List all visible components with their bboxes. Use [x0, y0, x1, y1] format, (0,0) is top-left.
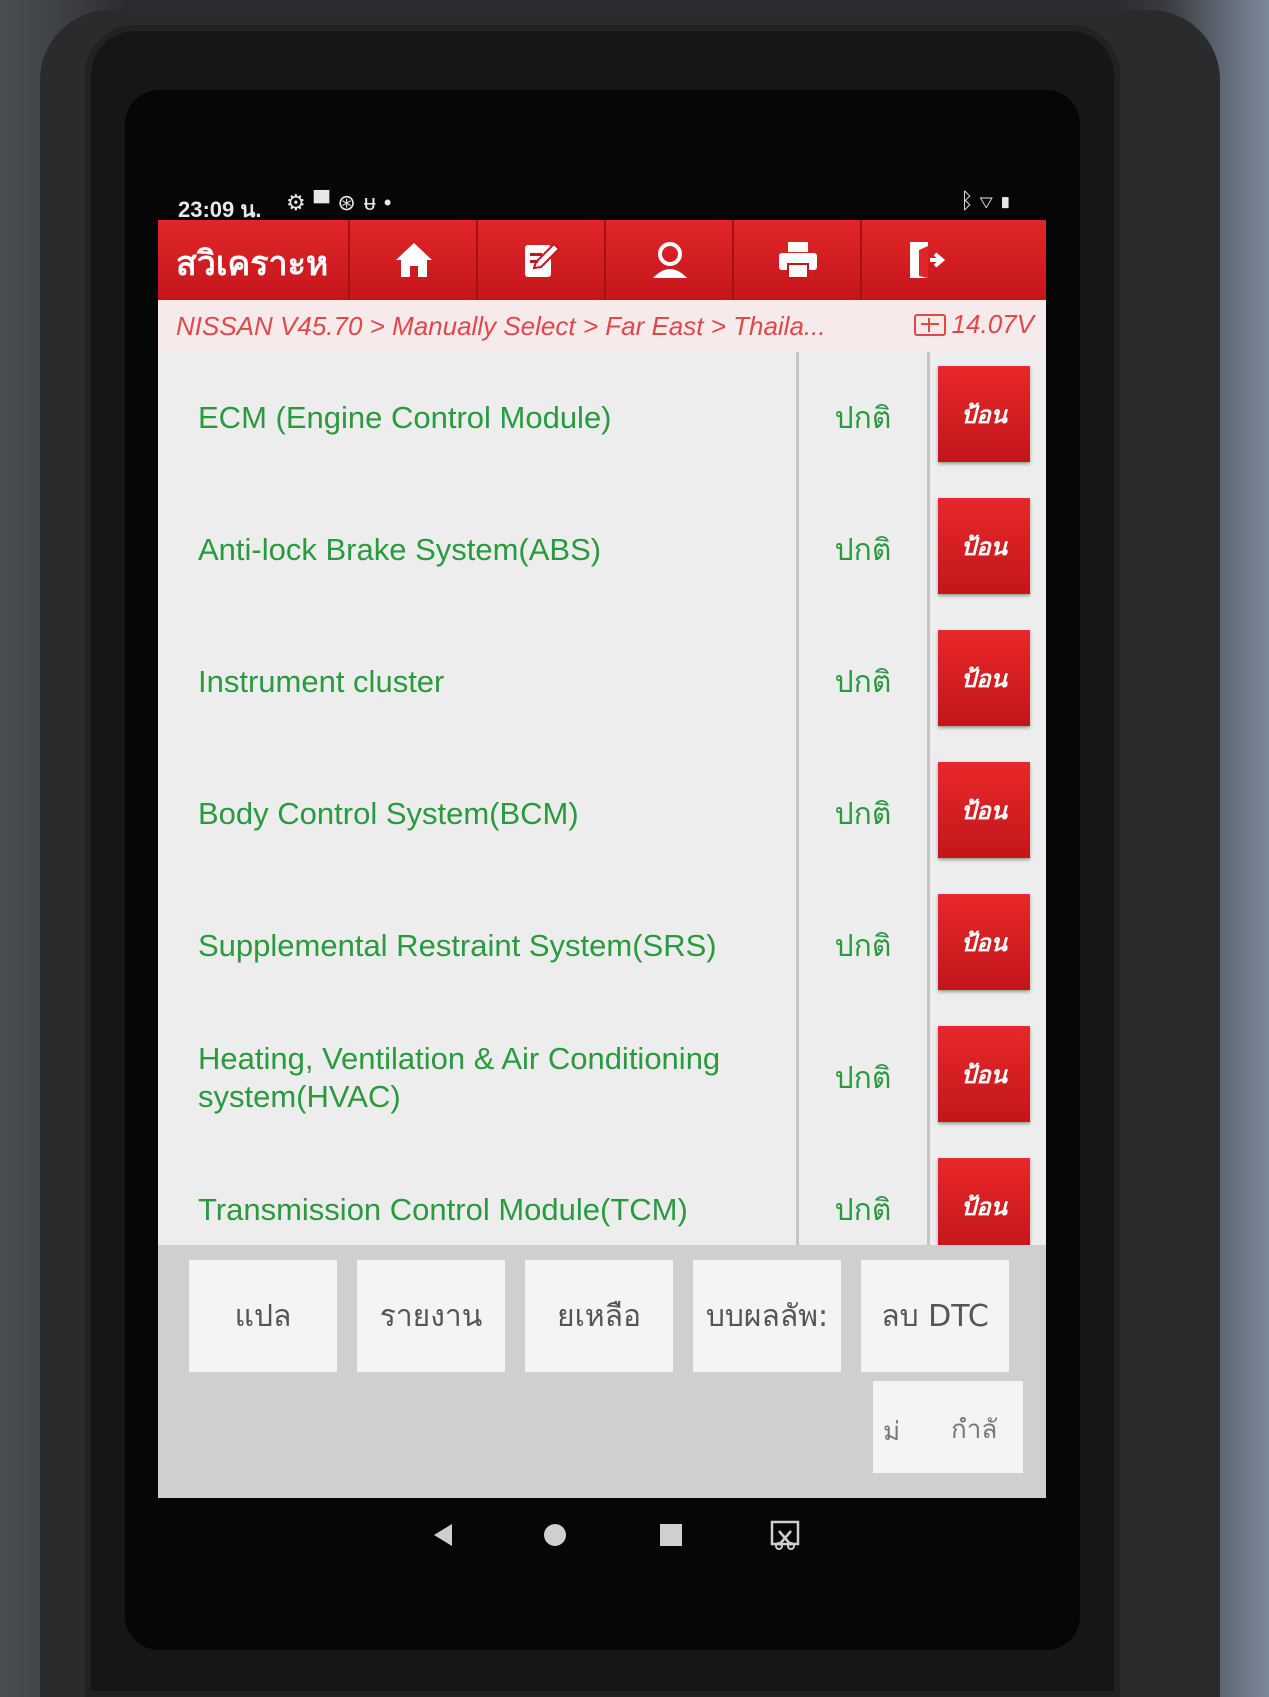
exit-button[interactable] [860, 220, 990, 300]
system-status: ปกติ [796, 352, 930, 484]
voltage-readout: 14.07V [913, 309, 1034, 340]
car-battery-icon [913, 313, 946, 336]
system-status: ปกติ [796, 1144, 930, 1245]
breadcrumb-path: NISSAN V45.70 > Manually Select > Far Ea… [176, 311, 826, 341]
enter-button[interactable]: ป้อน [938, 630, 1030, 726]
system-row: Transmission Control Module(TCM) ปกติ ป้… [158, 1144, 1046, 1245]
results-button[interactable]: บบผลลัพ: [692, 1259, 842, 1373]
system-name: Supplemental Restraint System(SRS) [198, 928, 717, 963]
stethoscope-icon: ᵾ [363, 190, 384, 215]
android-nav-bar [158, 1498, 1046, 1568]
image-icon: ▀ [313, 190, 338, 215]
system-name: Anti-lock Brake System(ABS) [198, 532, 602, 567]
enter-button[interactable]: ป้อน [938, 1026, 1030, 1122]
user-button[interactable] [604, 220, 734, 300]
system-status: ปกติ [796, 616, 930, 748]
system-name: Body Control System(BCM) [198, 796, 579, 831]
toolbar: สวิเคราะห [158, 220, 1046, 300]
edit-button[interactable] [476, 220, 606, 300]
enter-button[interactable]: ป้อน [938, 894, 1030, 990]
toggle-left-label: ม่ [883, 1417, 901, 1447]
help-button[interactable]: ยเหลือ [524, 1259, 674, 1373]
home-nav-button[interactable] [530, 1510, 580, 1560]
nfc-icon: ⊛ [337, 190, 364, 215]
system-status: ปกติ [796, 748, 930, 880]
dot-icon: • [383, 190, 400, 215]
enter-button[interactable]: ป้อน [938, 366, 1030, 462]
status-icons: ⚙▀⊛ᵾ• [286, 190, 400, 216]
clear-dtc-button[interactable]: ลบ DTC [860, 1259, 1010, 1373]
mode-toggle[interactable]: ม่ กำลั [873, 1381, 1023, 1473]
home-button[interactable] [348, 220, 478, 300]
toggle-right-label: กำลั [951, 1415, 998, 1445]
edit-icon [525, 242, 561, 277]
system-row: ECM (Engine Control Module) ปกติ ป้อน [158, 352, 1046, 487]
system-status: ปกติ [796, 484, 930, 616]
print-button[interactable] [732, 220, 862, 300]
system-row: Instrument cluster ปกติ ป้อน [158, 616, 1046, 751]
status-bar: 23:09 น. ⚙▀⊛ᵾ• ᛒ▽▮ [178, 188, 1028, 224]
recents-icon [660, 1524, 682, 1546]
screenshot-icon [770, 1520, 800, 1550]
recents-button[interactable] [646, 1510, 696, 1560]
system-row: Supplemental Restraint System(SRS) ปกติ … [158, 880, 1046, 1015]
system-list[interactable]: ECM (Engine Control Module) ปกติ ป้อน An… [158, 352, 1046, 1245]
exit-icon [910, 242, 946, 278]
user-icon [653, 242, 687, 278]
breadcrumb: NISSAN V45.70 > Manually Select > Far Ea… [158, 300, 1046, 352]
system-name: ECM (Engine Control Module) [198, 400, 612, 435]
translate-button[interactable]: แปล [188, 1259, 338, 1373]
wifi-icon: ▽ [979, 188, 999, 213]
enter-button[interactable]: ป้อน [938, 1158, 1030, 1245]
battery-icon: ▮ [998, 188, 1018, 213]
system-row: Heating, Ventilation & Air Conditioning … [158, 1012, 1046, 1147]
back-button[interactable] [418, 1510, 468, 1560]
system-row: Anti-lock Brake System(ABS) ปกติ ป้อน [158, 484, 1046, 619]
home-icon [396, 243, 432, 277]
system-status: ปกติ [796, 1012, 930, 1144]
voltage-value: 14.07V [951, 309, 1034, 339]
enter-button[interactable]: ป้อน [938, 498, 1030, 594]
system-name: Instrument cluster [198, 664, 445, 699]
gear-icon: ⚙ [286, 190, 314, 215]
back-icon [434, 1524, 452, 1546]
report-button[interactable]: รายงาน [356, 1259, 506, 1373]
bottom-action-bar: แปล รายงาน ยเหลือ บบผลลัพ: ลบ DTC ม่ กำล… [158, 1245, 1046, 1498]
enter-button[interactable]: ป้อน [938, 762, 1030, 858]
home-circle-icon [544, 1524, 566, 1546]
system-status: ปกติ [796, 880, 930, 1012]
system-row: Body Control System(BCM) ปกติ ป้อน [158, 748, 1046, 883]
bluetooth-icon: ᛒ [960, 188, 980, 213]
system-name: Heating, Ventilation & Air Conditioning … [198, 1041, 721, 1114]
screenshot-button[interactable] [760, 1510, 810, 1560]
status-right-icons: ᛒ▽▮ [960, 188, 1018, 214]
diagnostic-app: สวิเคราะห NISSAN V45.70 > Manually Selec… [158, 220, 1046, 1498]
printer-icon [779, 242, 817, 279]
system-name: Transmission Control Module(TCM) [198, 1192, 688, 1227]
app-title: สวิเคราะห [176, 244, 329, 284]
